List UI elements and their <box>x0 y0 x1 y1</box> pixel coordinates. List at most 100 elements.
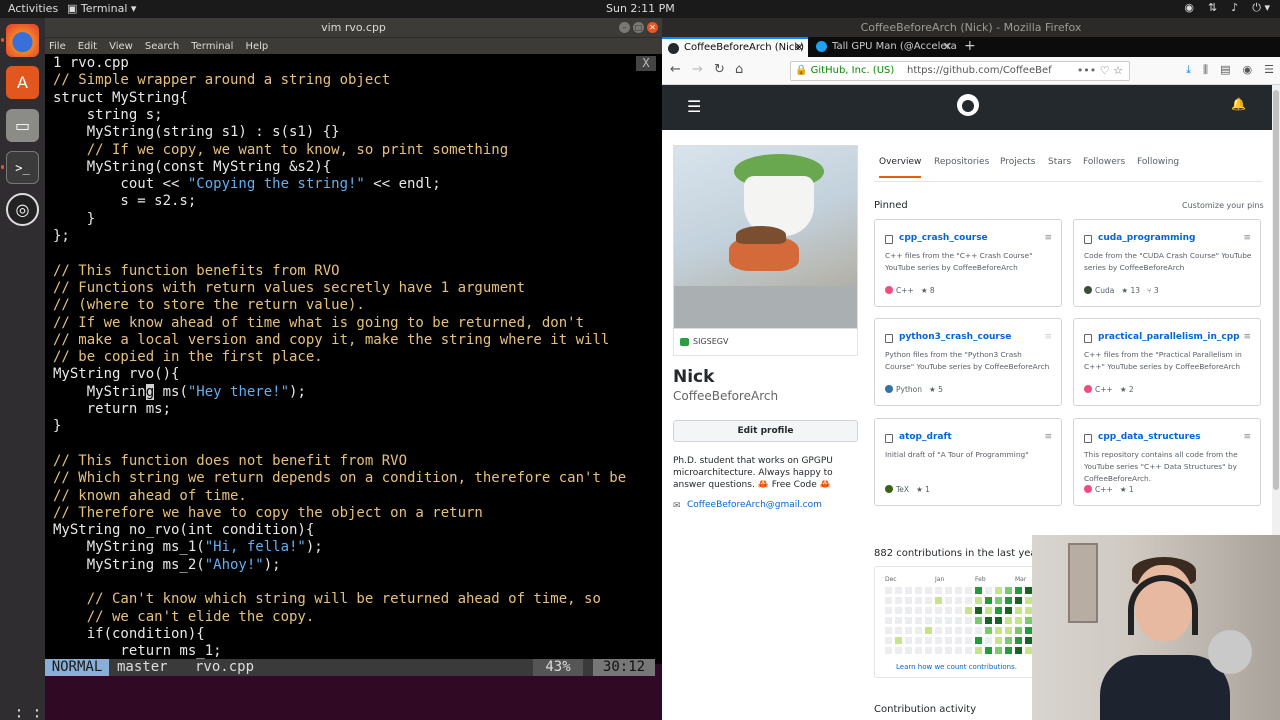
calendar-cell[interactable] <box>1005 597 1012 604</box>
calendar-cell[interactable] <box>975 647 982 654</box>
calendar-cell[interactable] <box>955 637 962 644</box>
tab-stars[interactable]: Stars <box>1048 157 1071 176</box>
calendar-cell[interactable] <box>935 617 942 624</box>
calendar-cell[interactable] <box>945 627 952 634</box>
code-line[interactable]: // Which string we return depends on a c… <box>53 470 626 487</box>
calendar-cell[interactable] <box>895 607 902 614</box>
close-tab-icon[interactable]: ✕ <box>943 37 952 57</box>
repo-stars[interactable]: ★ 8 <box>921 286 935 295</box>
repo-name[interactable]: cpp_crash_course <box>899 233 988 243</box>
calendar-cell[interactable] <box>995 637 1002 644</box>
calendar-cell[interactable] <box>1025 597 1032 604</box>
tab-repositories[interactable]: Repositories <box>934 157 989 176</box>
tab-twitter[interactable]: Tall GPU Man (@Accelera ✕ <box>810 37 956 57</box>
tab-overview[interactable]: Overview <box>879 157 922 178</box>
calendar-cell[interactable] <box>935 627 942 634</box>
calendar-cell[interactable] <box>985 587 992 594</box>
calendar-cell[interactable] <box>1025 587 1032 594</box>
code-line[interactable]: // known ahead of time. <box>53 488 247 505</box>
account-icon[interactable]: ◉ <box>1243 63 1253 77</box>
code-line[interactable]: // be copied in the first place. <box>53 349 323 366</box>
calendar-cell[interactable] <box>975 597 982 604</box>
drag-handle-icon[interactable]: ≡ <box>1044 233 1052 243</box>
calendar-cell[interactable] <box>925 587 932 594</box>
calendar-cell[interactable] <box>965 607 972 614</box>
calendar-cell[interactable] <box>985 627 992 634</box>
calendar-cell[interactable] <box>885 587 892 594</box>
calendar-cell[interactable] <box>915 607 922 614</box>
calendar-cell[interactable] <box>965 597 972 604</box>
calendar-cell[interactable] <box>995 587 1002 594</box>
calendar-cell[interactable] <box>975 587 982 594</box>
drag-handle-icon[interactable]: ≡ <box>1243 432 1251 442</box>
files-icon[interactable]: ▭ <box>6 109 39 142</box>
calendar-cell[interactable] <box>945 607 952 614</box>
calendar-cell[interactable] <box>915 597 922 604</box>
code-line[interactable]: // Therefore we have to copy the object … <box>53 505 483 522</box>
calendar-cell[interactable] <box>925 617 932 624</box>
calendar-cell[interactable] <box>1015 637 1022 644</box>
calendar-cell[interactable] <box>985 637 992 644</box>
calendar-cell[interactable] <box>895 597 902 604</box>
url-bar[interactable]: 🔒 GitHub, Inc. (US) https://github.com/C… <box>790 61 1130 81</box>
repo-stars[interactable]: ★ 13 <box>1121 286 1140 295</box>
calendar-cell[interactable] <box>895 647 902 654</box>
menu-edit[interactable]: Edit <box>78 38 97 54</box>
drag-handle-icon[interactable]: ≡ <box>1243 233 1251 243</box>
calendar-cell[interactable] <box>895 627 902 634</box>
forward-button[interactable]: → <box>692 62 703 77</box>
tab-projects[interactable]: Projects <box>1000 157 1035 176</box>
calendar-cell[interactable] <box>915 627 922 634</box>
calendar-cell[interactable] <box>895 587 902 594</box>
calendar-cell[interactable] <box>945 617 952 624</box>
download-icon[interactable]: ⤓ <box>1186 63 1191 77</box>
activities-button[interactable]: Activities <box>8 2 58 15</box>
calendar-cell[interactable] <box>945 637 952 644</box>
repo-forks[interactable]: ⑂ 3 <box>1147 286 1159 295</box>
repo-name[interactable]: python3_crash_course <box>899 332 1011 342</box>
calendar-cell[interactable] <box>885 627 892 634</box>
calendar-cell[interactable] <box>945 597 952 604</box>
code-line[interactable]: // we can't elide the copy. <box>53 609 315 626</box>
code-line[interactable]: // make a local version and copy it, mak… <box>53 332 609 349</box>
app-menu[interactable]: ▣ Terminal ▾ <box>67 2 136 15</box>
sidebar-icon[interactable]: ▤ <box>1220 63 1230 77</box>
system-tray[interactable]: ◉ ⇅ ♪ ⏻ ▾ <box>1184 1 1270 15</box>
pinned-repo-card[interactable]: cpp_crash_course ≡ C++ files from the "C… <box>874 219 1062 307</box>
menu-icon[interactable]: ☰ <box>1264 63 1274 77</box>
calendar-cell[interactable] <box>1025 647 1032 654</box>
calendar-cell[interactable] <box>885 617 892 624</box>
menu-help[interactable]: Help <box>245 38 268 54</box>
user-status[interactable]: SIGSEGV <box>673 329 858 356</box>
calendar-cell[interactable] <box>905 627 912 634</box>
calendar-cell[interactable] <box>955 647 962 654</box>
calendar-cell[interactable] <box>935 607 942 614</box>
calendar-cell[interactable] <box>955 607 962 614</box>
network-icon[interactable]: ⇅ <box>1208 1 1217 15</box>
menu-view[interactable]: View <box>109 38 133 54</box>
close-tab-icon[interactable]: ✕ <box>795 39 804 57</box>
power-icon[interactable]: ⏻ ▾ <box>1252 1 1270 15</box>
volume-icon[interactable]: ♪ <box>1231 1 1238 15</box>
code-line[interactable]: // Simple wrapper around a string object <box>53 72 390 89</box>
hamburger-icon[interactable]: ☰ <box>687 97 701 116</box>
code-line[interactable]: string s; <box>53 107 163 124</box>
tab-followers[interactable]: Followers <box>1083 157 1125 176</box>
menu-file[interactable]: File <box>49 38 66 54</box>
calendar-cell[interactable] <box>1005 647 1012 654</box>
code-line[interactable]: s = s2.s; <box>53 193 196 210</box>
calendar-cell[interactable] <box>895 617 902 624</box>
calendar-cell[interactable] <box>925 627 932 634</box>
calendar-cell[interactable] <box>1025 617 1032 624</box>
calendar-cell[interactable] <box>1015 587 1022 594</box>
calendar-cell[interactable] <box>1015 647 1022 654</box>
calendar-cell[interactable] <box>995 607 1002 614</box>
calendar-cell[interactable] <box>985 597 992 604</box>
calendar-cell[interactable] <box>935 587 942 594</box>
code-line[interactable]: MyString ms_2("Ahoy!"); <box>53 557 281 574</box>
calendar-cell[interactable] <box>915 647 922 654</box>
code-line[interactable]: // If we know ahead of time what is goin… <box>53 315 584 332</box>
calendar-cell[interactable] <box>905 607 912 614</box>
code-line[interactable]: }; <box>53 228 70 245</box>
vim-tab-close[interactable]: X <box>636 56 656 71</box>
